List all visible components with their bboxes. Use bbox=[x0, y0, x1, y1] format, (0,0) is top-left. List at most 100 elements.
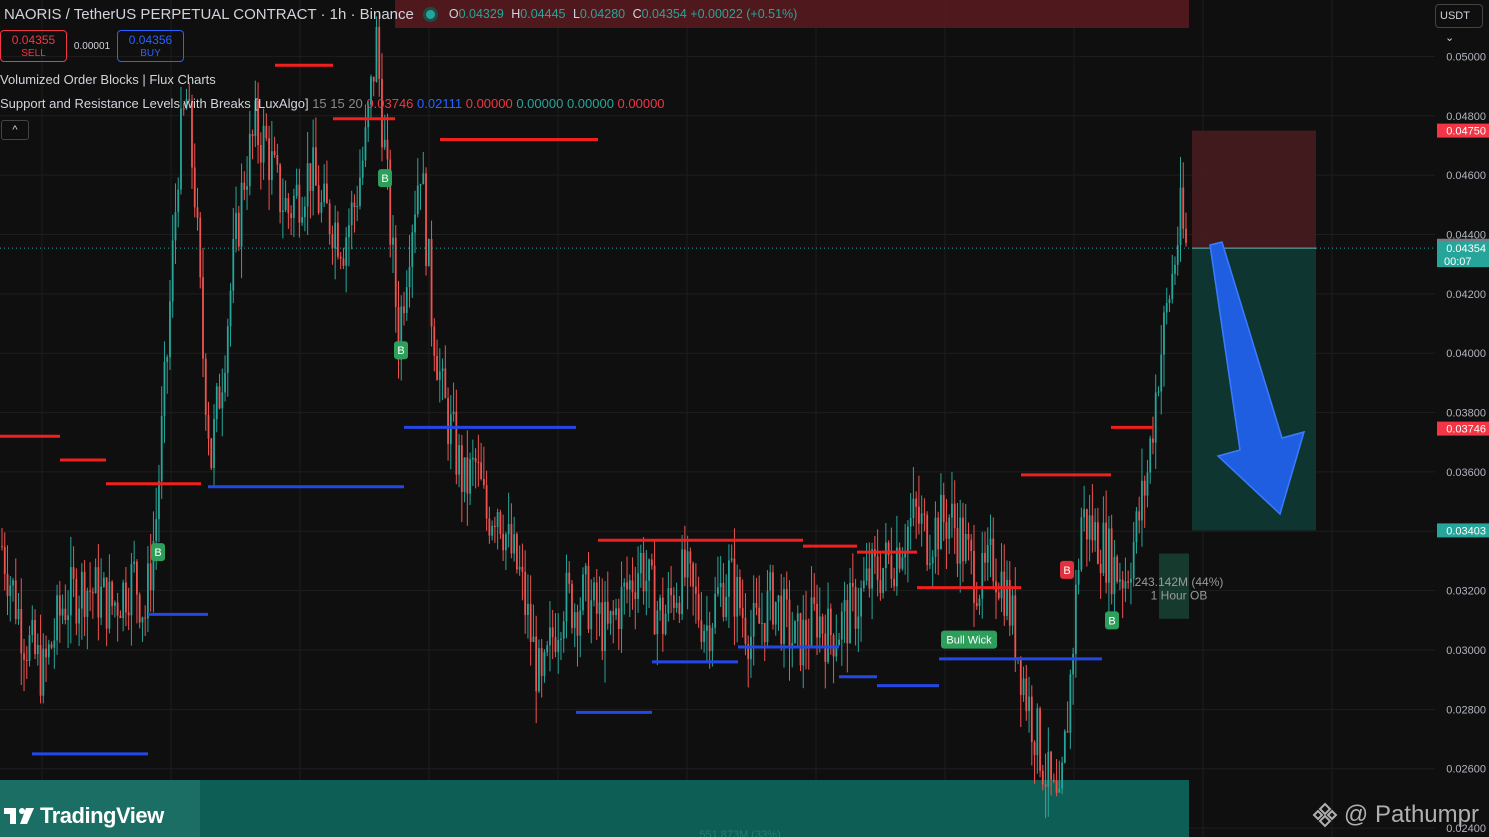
high-value: 0.04445 bbox=[520, 7, 566, 21]
sell-label: SELL bbox=[21, 48, 46, 59]
candle-body bbox=[568, 572, 571, 584]
candle-body bbox=[906, 526, 909, 552]
collapse-legend-button[interactable]: ^ bbox=[1, 120, 29, 140]
currency-unit-select[interactable]: USDT ⌄ bbox=[1435, 4, 1483, 44]
candle-body bbox=[155, 519, 158, 542]
candle-body bbox=[113, 602, 116, 606]
candle-body bbox=[105, 577, 108, 629]
candle-body bbox=[504, 534, 507, 551]
candle-body bbox=[1028, 696, 1030, 712]
sell-button[interactable]: 0.04355 SELL bbox=[0, 30, 67, 62]
candle-body bbox=[827, 608, 829, 662]
candle-body bbox=[438, 371, 441, 380]
open-value: 0.04329 bbox=[458, 7, 504, 21]
candle-body bbox=[147, 563, 149, 619]
spread-value: 0.00001 bbox=[73, 40, 111, 52]
symbol-title[interactable]: NAORIS / TetherUS PERPETUAL CONTRACT · 1… bbox=[0, 6, 414, 23]
candle-body bbox=[678, 602, 681, 615]
candle-body bbox=[595, 582, 598, 614]
stop-loss-zone bbox=[1192, 130, 1316, 249]
candle-body bbox=[1030, 696, 1033, 743]
candle-body bbox=[736, 576, 739, 617]
candle-body bbox=[53, 640, 56, 648]
candle-body bbox=[601, 602, 604, 652]
candle-body bbox=[818, 616, 821, 638]
candle-body bbox=[697, 593, 700, 621]
candle-body bbox=[144, 617, 147, 619]
candle-body bbox=[323, 183, 326, 203]
candle-body bbox=[232, 238, 235, 291]
support-resistance-levels bbox=[0, 63, 1153, 756]
candle-body bbox=[799, 613, 802, 666]
candle-body bbox=[414, 214, 416, 233]
indicator-value-2: 0.00000 bbox=[462, 96, 513, 111]
indicator-legend-sr-levels[interactable]: Support and Resistance Levels with Break… bbox=[0, 96, 665, 111]
candle-body bbox=[130, 563, 133, 616]
candle-body bbox=[529, 603, 532, 642]
candle-body bbox=[672, 595, 675, 608]
candle-body bbox=[535, 636, 538, 692]
candle-body bbox=[628, 580, 631, 590]
price-tick-label-2: 0.04600 bbox=[1446, 170, 1486, 182]
candle-body bbox=[1168, 299, 1171, 304]
candle-body bbox=[408, 266, 411, 288]
candle-body bbox=[1154, 392, 1157, 443]
candle-body bbox=[997, 592, 1000, 599]
buy-label: BUY bbox=[140, 48, 161, 59]
indicator-value-4: 0.00000 bbox=[563, 96, 614, 111]
candle-body bbox=[213, 419, 215, 469]
candle-body bbox=[493, 525, 496, 528]
candle-body bbox=[163, 362, 166, 417]
candle-body bbox=[78, 608, 80, 624]
candle-body bbox=[97, 567, 100, 618]
candle-body bbox=[334, 222, 337, 249]
candle-body bbox=[240, 182, 243, 247]
indicator-legend-order-blocks[interactable]: Volumized Order Blocks | Flux Charts bbox=[0, 72, 216, 87]
candle-body bbox=[284, 198, 287, 211]
candle-body bbox=[692, 563, 695, 587]
candle-body bbox=[141, 617, 144, 623]
buy-button[interactable]: 0.04356 BUY bbox=[117, 30, 184, 62]
candle-body bbox=[744, 617, 747, 644]
candle-body bbox=[1000, 571, 1003, 599]
candle-body bbox=[752, 603, 755, 637]
candle-body bbox=[1143, 480, 1146, 496]
bull-wick-label: Bull Wick bbox=[946, 635, 992, 647]
candle-body bbox=[758, 607, 761, 624]
candle-body bbox=[1185, 228, 1187, 243]
candle-body bbox=[755, 603, 758, 608]
candle-body bbox=[91, 591, 94, 593]
candle-body bbox=[571, 583, 573, 628]
candle-body bbox=[645, 580, 648, 592]
candle-body bbox=[1083, 509, 1086, 518]
candle-body bbox=[383, 139, 386, 148]
candle-body bbox=[215, 386, 218, 420]
candle-body bbox=[683, 549, 686, 578]
candle-body bbox=[102, 577, 105, 587]
candle-body bbox=[229, 290, 232, 327]
price-chart[interactable]: B B B B B Bull Wick 243.142M (44%)1 Hour OB 551… bbox=[0, 0, 1489, 837]
candle-body bbox=[122, 582, 125, 619]
candle-body bbox=[656, 610, 659, 635]
candle-body bbox=[348, 225, 350, 238]
candle-body bbox=[477, 461, 480, 463]
candle-body bbox=[816, 603, 818, 638]
candle-body bbox=[36, 644, 39, 655]
candle-body bbox=[565, 572, 568, 622]
candle-body bbox=[67, 615, 69, 621]
candle-body bbox=[838, 639, 840, 646]
candle-body bbox=[207, 414, 210, 439]
candle-body bbox=[931, 556, 934, 564]
candle-body bbox=[1091, 515, 1094, 541]
candle-body bbox=[1146, 472, 1149, 496]
candle-body bbox=[427, 239, 430, 266]
candle-body bbox=[466, 457, 469, 494]
candle-body bbox=[788, 599, 791, 649]
candle-body bbox=[562, 621, 565, 639]
candle-body bbox=[23, 653, 25, 660]
candle-body bbox=[312, 147, 315, 191]
candle-body bbox=[119, 615, 122, 619]
candle-body bbox=[337, 222, 339, 257]
candle-body bbox=[80, 571, 83, 609]
candle-body bbox=[1055, 780, 1058, 793]
